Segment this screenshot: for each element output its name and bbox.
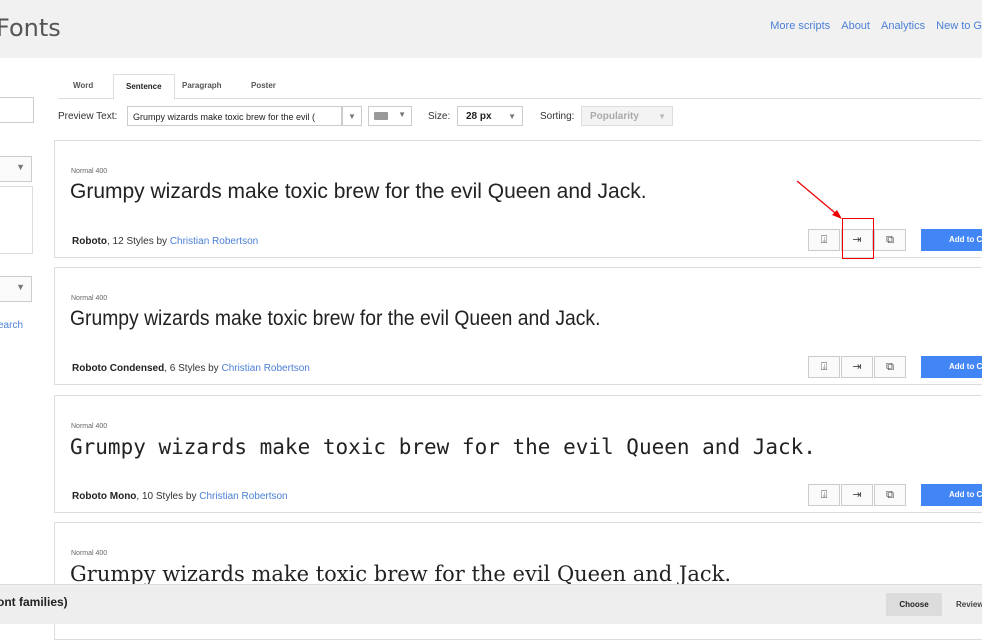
quick-use-button[interactable]: ⍗ bbox=[808, 356, 840, 378]
quick-use-icon: ⍗ bbox=[820, 361, 828, 373]
font-sample[interactable]: Grumpy wizards make toxic brew for the e… bbox=[70, 435, 816, 459]
font-styles: , 12 Styles by bbox=[107, 236, 170, 247]
font-meta: Roboto Mono, 10 Styles by Christian Robe… bbox=[72, 491, 288, 502]
nav-new-to[interactable]: New to G bbox=[936, 20, 982, 32]
annotation-highlight-box bbox=[842, 218, 874, 259]
sorting-select[interactable]: Popularity ▼ bbox=[581, 106, 673, 126]
font-name: Roboto Condensed bbox=[72, 363, 165, 374]
compare-button[interactable]: ⧉ bbox=[874, 484, 906, 506]
font-card-roboto-condensed: Normal 400 Grumpy wizards make toxic bre… bbox=[54, 267, 982, 385]
keyboard-icon bbox=[374, 112, 388, 120]
sorting-value: Popularity bbox=[590, 111, 639, 122]
selected-families-count[interactable]: ont families) bbox=[0, 595, 68, 609]
add-to-collection-button[interactable]: Add to C bbox=[921, 356, 982, 378]
font-sample[interactable]: Grumpy wizards make toxic brew for the e… bbox=[70, 180, 647, 204]
font-meta: Roboto Condensed, 6 Styles by Christian … bbox=[72, 363, 310, 374]
preview-text-dropdown[interactable]: ▼ bbox=[342, 106, 362, 126]
style-label: Normal 400 bbox=[71, 423, 108, 430]
font-styles: , 10 Styles by bbox=[136, 491, 200, 502]
compare-icon: ⧉ bbox=[886, 361, 894, 373]
preview-text-input[interactable]: Grumpy wizards make toxic brew for the e… bbox=[127, 106, 342, 126]
header: Fonts More scripts About Analytics New t… bbox=[0, 0, 982, 58]
nav-more-scripts[interactable]: More scripts bbox=[770, 20, 830, 32]
caret-down-icon: ▼ bbox=[508, 112, 516, 121]
compare-icon: ⧉ bbox=[886, 234, 894, 246]
add-to-collection-button[interactable]: Add to C bbox=[921, 484, 982, 506]
keyboard-dropdown[interactable]: ▼ bbox=[368, 106, 412, 126]
style-label: Normal 400 bbox=[71, 295, 108, 302]
specimen-icon: ⇥ bbox=[852, 361, 862, 373]
see-specimen-button[interactable]: ⇥ bbox=[841, 356, 873, 378]
caret-down-icon: ▼ bbox=[658, 112, 666, 121]
selection-drawer: ont families) Choose Review bbox=[0, 584, 982, 624]
tab-review[interactable]: Review bbox=[946, 593, 982, 616]
font-meta: Roboto, 12 Styles by Christian Robertson bbox=[72, 236, 258, 247]
sidebar-search-link[interactable]: earch bbox=[0, 320, 23, 331]
preview-text-label: Preview Text: bbox=[58, 111, 118, 122]
font-card-roboto-mono: Normal 400 Grumpy wizards make toxic bre… bbox=[54, 395, 982, 513]
font-sample[interactable]: Grumpy wizards make toxic brew for the e… bbox=[70, 307, 600, 331]
compare-icon: ⧉ bbox=[886, 489, 894, 501]
font-author-link[interactable]: Christian Robertson bbox=[199, 491, 287, 502]
sidebar-filter-panel bbox=[0, 186, 33, 254]
compare-button[interactable]: ⧉ bbox=[874, 356, 906, 378]
add-to-collection-button[interactable]: Add to C bbox=[921, 229, 982, 251]
preview-mode-tabs: Word Sentence Paragraph Poster bbox=[58, 74, 982, 100]
caret-down-icon: ▼ bbox=[398, 110, 406, 119]
font-author-link[interactable]: Christian Robertson bbox=[221, 363, 309, 374]
sidebar-language-dropdown[interactable]: ▼ bbox=[0, 276, 32, 302]
caret-down-icon: ▼ bbox=[16, 162, 25, 172]
see-specimen-button[interactable]: ⇥ bbox=[841, 484, 873, 506]
font-sample[interactable]: Grumpy wizards make toxic brew for the e… bbox=[70, 562, 731, 586]
font-styles: , 6 Styles by bbox=[164, 363, 222, 374]
specimen-icon: ⇥ bbox=[852, 489, 862, 501]
style-label: Normal 400 bbox=[71, 550, 108, 557]
quick-use-icon: ⍗ bbox=[820, 489, 828, 501]
font-name: Roboto bbox=[72, 236, 107, 247]
caret-down-icon: ▼ bbox=[16, 282, 25, 292]
size-select[interactable]: 28 px ▼ bbox=[457, 106, 523, 126]
caret-down-icon: ▼ bbox=[348, 112, 356, 121]
sorting-label: Sorting: bbox=[540, 111, 575, 122]
tab-word[interactable]: Word bbox=[61, 74, 105, 97]
tab-paragraph[interactable]: Paragraph bbox=[170, 74, 234, 97]
nav-about[interactable]: About bbox=[841, 20, 870, 32]
header-nav: More scripts About Analytics New to G bbox=[762, 20, 982, 32]
tab-sentence[interactable]: Sentence bbox=[113, 74, 175, 100]
quick-use-button[interactable]: ⍗ bbox=[808, 484, 840, 506]
nav-analytics[interactable]: Analytics bbox=[881, 20, 925, 32]
size-label: Size: bbox=[428, 111, 451, 122]
font-author-link[interactable]: Christian Robertson bbox=[170, 236, 258, 247]
tab-poster[interactable]: Poster bbox=[239, 74, 288, 97]
size-value: 28 px bbox=[466, 111, 492, 122]
sidebar-category-dropdown[interactable]: ▼ bbox=[0, 156, 32, 182]
quick-use-button[interactable]: ⍗ bbox=[808, 229, 840, 251]
logo[interactable]: Fonts bbox=[0, 14, 61, 42]
compare-button[interactable]: ⧉ bbox=[874, 229, 906, 251]
tab-choose[interactable]: Choose bbox=[886, 593, 942, 616]
quick-use-icon: ⍗ bbox=[820, 234, 828, 246]
font-name: Roboto Mono bbox=[72, 491, 137, 502]
sidebar-search-input[interactable] bbox=[0, 97, 34, 123]
style-label: Normal 400 bbox=[71, 168, 108, 175]
